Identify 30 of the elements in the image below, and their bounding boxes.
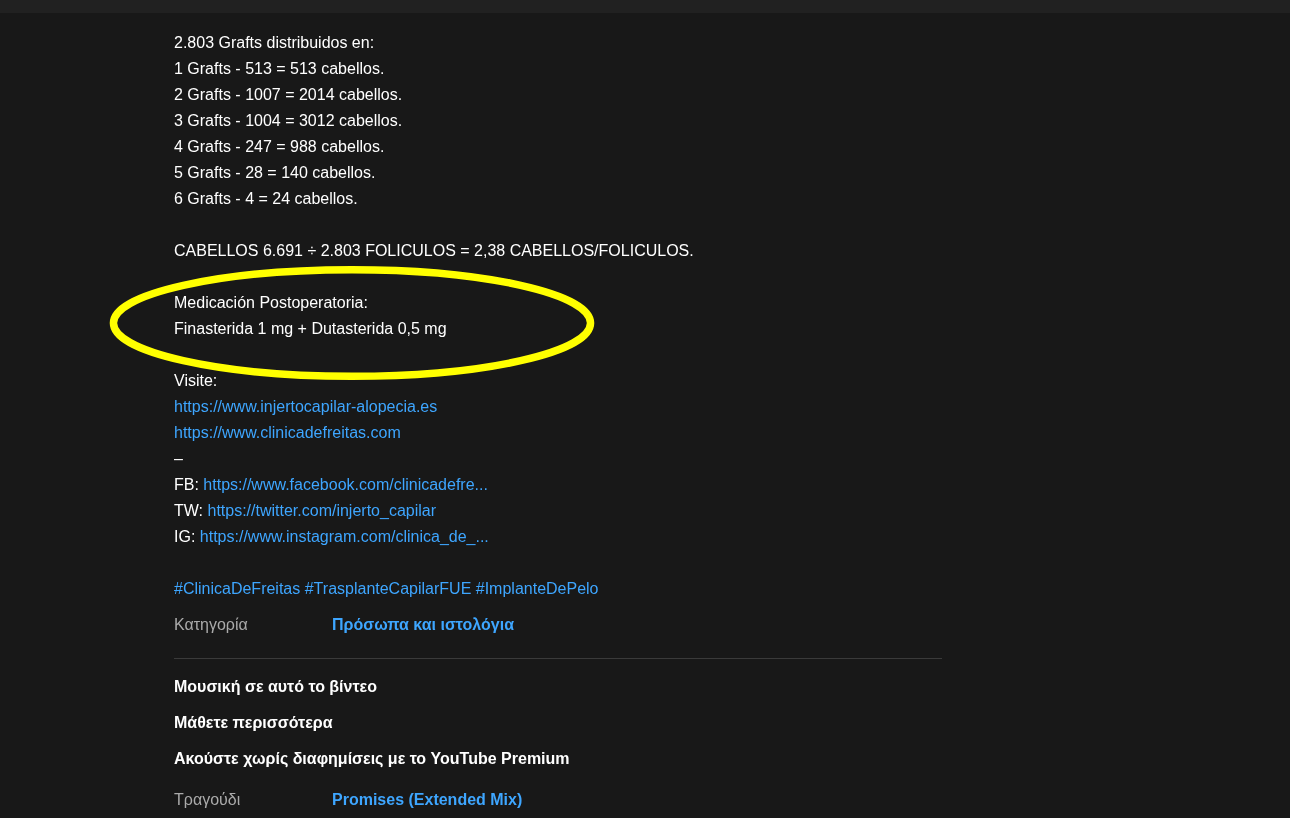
link-label: IG: xyxy=(174,528,196,545)
url-link[interactable]: https://www.instagram.com/clinica_de_... xyxy=(199,528,489,545)
url-link[interactable]: https://www.injertocapilar-alopecia.es xyxy=(174,398,438,415)
description-text: 2.803 Grafts distribuidos en: xyxy=(174,34,375,51)
premium-link[interactable]: Ακούστε χωρίς διαφημίσεις με το YouTube Premium xyxy=(174,741,570,777)
url-link[interactable]: https://www.facebook.com/clinicadefre... xyxy=(203,476,488,493)
category-label: Κατηγορία xyxy=(174,616,249,634)
url-link[interactable]: https://twitter.com/injerto_capilar xyxy=(207,502,437,519)
description-text: Visite: xyxy=(174,372,218,389)
song-link[interactable]: Promises (Extended Mix) xyxy=(332,791,523,809)
hashtag-link[interactable]: #TrasplanteCapilarFUE xyxy=(304,580,472,597)
description-text: 6 Grafts - 4 = 24 cabellos. xyxy=(174,190,358,207)
link-label: TW: xyxy=(174,502,204,519)
description-text: CABELLOS 6.691 ÷ 2.803 FOLICULOS = 2,38 CABELLOS/FOLICULOS. xyxy=(174,242,694,259)
description-text: 3 Grafts - 1004 = 3012 cabellos. xyxy=(174,112,403,129)
link-label: FB: xyxy=(174,476,199,493)
description-text: 1 Grafts - 513 = 513 cabellos. xyxy=(174,60,385,77)
song-label: Τραγούδι xyxy=(174,791,242,809)
learn-more-link[interactable]: Μάθετε περισσότερα xyxy=(174,705,333,741)
description-text: 2 Grafts - 1007 = 2014 cabellos. xyxy=(174,86,403,103)
category-link[interactable]: Πρόσωπα και ιστολόγια xyxy=(332,616,514,634)
hashtag-link[interactable]: #ImplanteDePelo xyxy=(475,580,599,597)
music-heading: Μουσική σε αυτό το βίντεο xyxy=(174,677,377,697)
description-text: – xyxy=(174,450,183,467)
url-link[interactable]: https://www.clinicadefreitas.com xyxy=(174,424,401,441)
hashtag-link[interactable]: #ClinicaDeFreitas xyxy=(174,580,301,597)
description-text: 4 Grafts - 247 = 988 cabellos. xyxy=(174,138,385,155)
description-text: Medicación Postoperatoria: xyxy=(174,294,368,311)
description-text: Finasterida 1 mg + Dutasterida 0,5 mg xyxy=(174,320,447,337)
description-text: 5 Grafts - 28 = 140 cabellos. xyxy=(174,164,376,181)
